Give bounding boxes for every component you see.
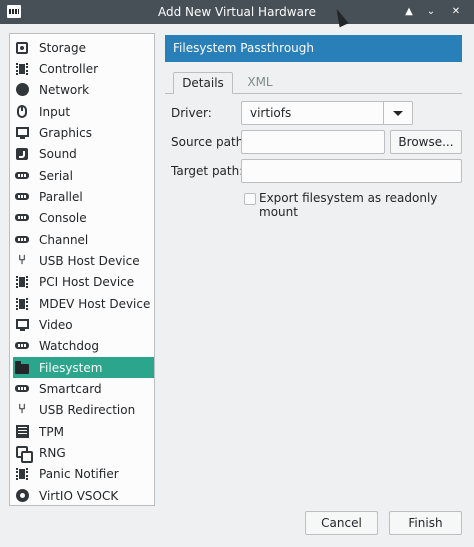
target-path-label: Target path:	[171, 164, 244, 178]
sidebar-item-usb-redirection[interactable]: ⑂ USB Redirection	[13, 399, 154, 420]
sidebar-item-label: Input	[39, 104, 71, 119]
sidebar-item-graphics[interactable]: Graphics	[13, 122, 154, 143]
sidebar-item-label: Filesystem	[39, 360, 103, 375]
video-icon	[15, 318, 29, 332]
sidebar-item-label: Watchdog	[39, 338, 99, 353]
controller-icon	[15, 62, 29, 76]
sidebar-item-virtio-vsock[interactable]: VirtIO VSOCK	[13, 485, 154, 506]
sidebar-item-label: Graphics	[39, 125, 92, 140]
chevron-down-icon[interactable]	[393, 111, 403, 116]
sidebar-item-pci-host-device[interactable]: PCI Host Device	[13, 271, 154, 292]
keep-above-icon[interactable]: ▲	[401, 4, 417, 20]
finish-button[interactable]: Finish	[389, 511, 462, 535]
sidebar-item-mdev-host-device[interactable]: MDEV Host Device	[13, 293, 154, 314]
title-bar: Add New Virtual Hardware ▲ ⌄ ✕	[0, 0, 474, 24]
sidebar-item-rng[interactable]: RNG	[13, 442, 154, 463]
sidebar-item-label: Controller	[39, 61, 99, 76]
serial-port-icon	[15, 169, 29, 183]
sidebar-item-network[interactable]: Network	[13, 79, 154, 100]
sidebar-item-tpm[interactable]: TPM	[13, 421, 154, 442]
mouse-icon	[15, 105, 29, 119]
source-path-input[interactable]	[241, 130, 385, 154]
sidebar-item-label: Smartcard	[39, 381, 102, 396]
sidebar-item-label: USB Host Device	[39, 253, 140, 268]
rng-icon	[15, 446, 33, 463]
storage-icon	[15, 41, 29, 55]
sidebar-item-label: Storage	[39, 40, 86, 55]
tab-details[interactable]: Details	[173, 72, 233, 94]
sidebar-item-label: MDEV Host Device	[39, 296, 151, 311]
usb-icon: ⑂	[18, 252, 26, 268]
watchdog-icon	[15, 339, 29, 353]
readonly-checkbox-label[interactable]: Export filesystem as readonly mount	[259, 191, 474, 219]
sidebar-item-label: PCI Host Device	[39, 274, 135, 289]
panic-notifier-icon	[15, 467, 29, 481]
browse-button[interactable]: Browse...	[390, 130, 462, 154]
sidebar-item-usb-host-device[interactable]: ⑂ USB Host Device	[13, 250, 154, 271]
sidebar-item-parallel[interactable]: Parallel	[13, 186, 154, 207]
usb-redirection-icon: ⑂	[18, 401, 26, 417]
readonly-checkbox[interactable]	[244, 193, 256, 205]
sidebar-item-label: VirtIO VSOCK	[39, 488, 119, 503]
sidebar-item-storage[interactable]: Storage	[13, 37, 154, 58]
close-icon[interactable]: ✕	[448, 4, 464, 20]
channel-port-icon	[15, 233, 29, 247]
sidebar-item-label: Network	[39, 82, 90, 97]
sidebar-item-input[interactable]: Input	[13, 101, 154, 122]
sidebar-item-console[interactable]: Console	[13, 207, 154, 228]
network-icon	[15, 83, 29, 97]
tpm-icon	[15, 425, 29, 439]
parallel-port-icon	[15, 190, 29, 204]
page-title: Filesystem Passthrough	[165, 35, 462, 62]
driver-select[interactable]: virtiofs	[241, 101, 413, 125]
sidebar-item-label: RNG	[39, 445, 66, 460]
vsock-icon	[15, 489, 29, 503]
driver-label: Driver:	[171, 106, 212, 120]
driver-selected-value: virtiofs	[250, 106, 292, 120]
sidebar-item-label: Channel	[39, 232, 89, 247]
sidebar-item-label: Serial	[39, 168, 73, 183]
sidebar-item-label: Parallel	[39, 189, 83, 204]
sidebar-item-serial[interactable]: Serial	[13, 165, 154, 186]
minimize-icon[interactable]: ⌄	[423, 4, 439, 20]
monitor-icon	[15, 126, 29, 140]
source-path-label: Source path:	[171, 135, 248, 149]
sidebar-item-channel[interactable]: Channel	[13, 229, 154, 250]
sidebar-item-label: Video	[39, 317, 73, 332]
hardware-type-list[interactable]: Storage Controller Network Input Graphic…	[9, 33, 155, 506]
tab-bar: Details XML	[165, 72, 462, 94]
pci-icon	[15, 275, 29, 289]
sidebar-item-video[interactable]: Video	[13, 314, 154, 335]
sidebar-item-label: Console	[39, 210, 87, 225]
sidebar-item-sound[interactable]: Sound	[13, 143, 154, 164]
smartcard-icon	[15, 382, 29, 396]
sidebar-item-label: USB Redirection	[39, 402, 136, 417]
folder-icon	[15, 360, 29, 375]
sidebar-item-panic-notifier[interactable]: Panic Notifier	[13, 463, 154, 484]
sound-icon	[15, 147, 29, 161]
sidebar-item-label: Panic Notifier	[39, 466, 119, 481]
sidebar-item-watchdog[interactable]: Watchdog	[13, 335, 154, 356]
sidebar-item-label: TPM	[39, 424, 64, 439]
sidebar-item-label: Sound	[39, 146, 77, 161]
target-path-input[interactable]	[241, 159, 462, 183]
tab-xml[interactable]: XML	[243, 72, 277, 94]
combo-divider	[383, 102, 384, 124]
console-port-icon	[15, 211, 29, 225]
mdev-icon	[15, 297, 29, 311]
sidebar-item-smartcard[interactable]: Smartcard	[13, 378, 154, 399]
cancel-button[interactable]: Cancel	[305, 511, 378, 535]
sidebar-item-controller[interactable]: Controller	[13, 58, 154, 79]
sidebar-item-filesystem[interactable]: Filesystem	[13, 357, 154, 378]
